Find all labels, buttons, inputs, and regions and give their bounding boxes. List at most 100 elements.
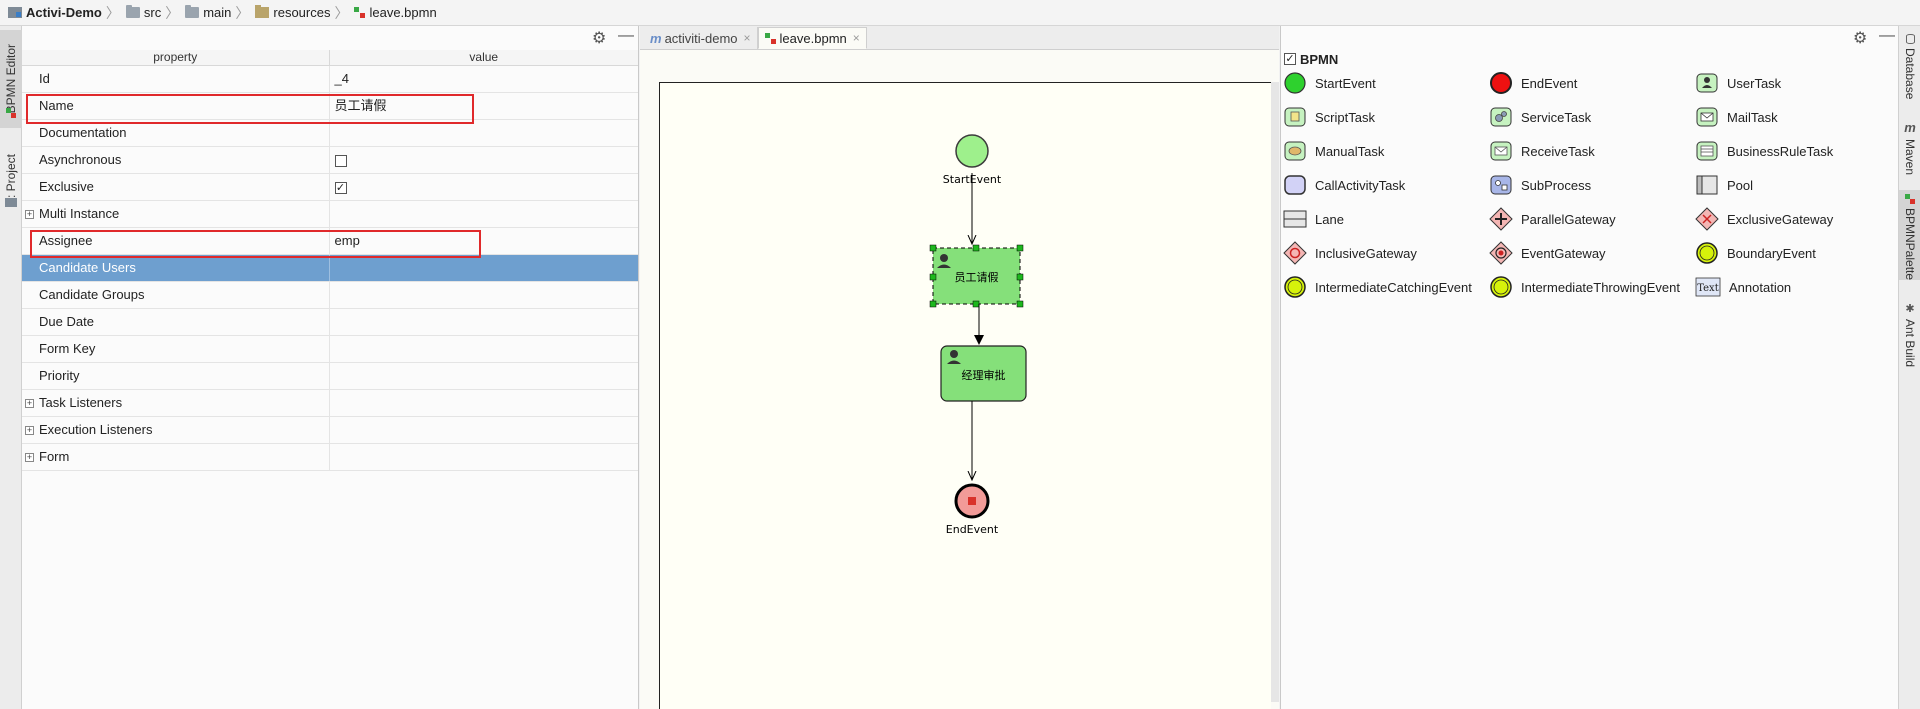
palette-toolbar: ⚙ — [1281, 26, 1898, 50]
maven-module-icon: m [650, 30, 662, 46]
property-row-candidate-users[interactable]: Candidate Users [22, 255, 638, 282]
palette-item-receive-task[interactable]: ReceiveTask [1489, 136, 1595, 166]
property-row-form[interactable]: + Form [22, 444, 638, 471]
selection-handle[interactable] [929, 244, 937, 252]
selection-handle[interactable] [929, 300, 937, 308]
script-task-icon [1284, 107, 1306, 127]
palette-item-script-task[interactable]: ScriptTask [1283, 102, 1375, 132]
task-employee-leave-label: 员工请假 [954, 271, 999, 284]
breadcrumb-project[interactable]: Activi-Demo [8, 0, 102, 26]
palette-item-pool[interactable]: Pool [1695, 170, 1753, 200]
pool-icon [1696, 175, 1718, 195]
exclusive-checkbox[interactable]: ✓ [334, 182, 347, 194]
sub-process-icon [1490, 175, 1512, 195]
property-row-asynchronous[interactable]: Asynchronous [22, 147, 638, 174]
palette-item-business-rule-task[interactable]: BusinessRuleTask [1695, 136, 1833, 166]
start-event-label: StartEvent [942, 173, 1002, 186]
selection-handle[interactable] [1016, 244, 1024, 252]
selection-handle[interactable] [972, 300, 980, 308]
palette-item-parallel-gateway[interactable]: ParallelGateway [1489, 204, 1616, 234]
project-icon [8, 7, 22, 18]
user-task-icon [1696, 73, 1718, 93]
start-event-shape[interactable] [955, 134, 989, 168]
database-tool-tab[interactable]: Database [1899, 32, 1920, 112]
property-row-task-listeners[interactable]: + Task Listeners [22, 390, 638, 417]
inclusive-gateway-icon [1283, 241, 1307, 265]
selection-handle[interactable] [972, 244, 980, 252]
tab-activiti-demo[interactable]: m activiti-demo × [644, 27, 758, 49]
bpmn-file-icon [764, 32, 776, 44]
gear-icon[interactable]: ⚙ [1853, 28, 1867, 48]
palette-item-annotation[interactable]: Text Annotation [1695, 272, 1791, 302]
service-task-icon [1490, 107, 1512, 127]
editor-tab-bar: m activiti-demo × leave.bpmn × [640, 26, 1279, 50]
palette-item-lane[interactable]: Lane [1283, 204, 1344, 234]
palette-item-boundary-event[interactable]: BoundaryEvent [1695, 238, 1816, 268]
column-header-value: value [469, 50, 499, 64]
minimize-icon[interactable]: — [618, 27, 634, 45]
palette-item-mail-task[interactable]: MailTask [1695, 102, 1778, 132]
property-row-id[interactable]: Id _4 [22, 66, 638, 93]
expand-icon[interactable]: + [25, 426, 34, 435]
gear-icon[interactable]: ⚙ [592, 28, 606, 48]
palette-item-exclusive-gateway[interactable]: ExclusiveGateway [1695, 204, 1833, 234]
asynchronous-checkbox[interactable] [334, 155, 347, 167]
property-row-due-date[interactable]: Due Date [22, 309, 638, 336]
property-row-multi-instance[interactable]: + Multi Instance [22, 201, 638, 228]
diagram-canvas[interactable]: StartEvent 员工请假 经理审批 EndEvent [659, 82, 1271, 709]
bpmn-file-icon [354, 7, 366, 18]
expand-icon[interactable]: + [25, 210, 34, 219]
close-icon[interactable]: × [744, 31, 751, 45]
breadcrumb-separator: 〉 [165, 4, 180, 21]
palette-item-end-event[interactable]: EndEvent [1489, 68, 1577, 98]
expand-icon[interactable]: + [25, 453, 34, 462]
tab-leave-bpmn[interactable]: leave.bpmn × [757, 27, 867, 49]
mail-task-icon [1696, 107, 1718, 127]
breadcrumb-main[interactable]: main [185, 0, 231, 26]
breadcrumb-resources[interactable]: resources [255, 0, 330, 26]
boundary-event-icon [1696, 242, 1718, 264]
property-row-candidate-groups[interactable]: Candidate Groups [22, 282, 638, 309]
expand-icon[interactable]: + [25, 399, 34, 408]
palette-item-intermediate-throwing-event[interactable]: IntermediateThrowingEvent [1489, 272, 1680, 302]
lane-icon [1283, 210, 1307, 228]
column-header-property: property [22, 50, 330, 65]
palette-item-service-task[interactable]: ServiceTask [1489, 102, 1591, 132]
palette-item-call-activity-task[interactable]: CallActivityTask [1283, 170, 1405, 200]
palette-item-sub-process[interactable]: SubProcess [1489, 170, 1591, 200]
bpmn-editor-icon [6, 108, 16, 118]
business-rule-task-icon [1696, 141, 1718, 161]
palette-item-manual-task[interactable]: ManualTask [1283, 136, 1384, 166]
property-row-form-key[interactable]: Form Key [22, 336, 638, 363]
property-row-priority[interactable]: Priority [22, 363, 638, 390]
breadcrumb-separator: 〉 [105, 4, 120, 21]
property-row-execution-listeners[interactable]: + Execution Listeners [22, 417, 638, 444]
breadcrumb-separator: 〉 [235, 4, 250, 21]
palette-item-start-event[interactable]: StartEvent [1283, 68, 1376, 98]
group-checkbox[interactable]: ✓ [1284, 53, 1296, 65]
minimize-icon[interactable]: — [1879, 27, 1895, 45]
property-row-documentation[interactable]: Documentation [22, 120, 638, 147]
selection-handle[interactable] [1016, 300, 1024, 308]
property-row-exclusive[interactable]: Exclusive ✓ [22, 174, 638, 201]
palette-item-event-gateway[interactable]: EventGateway [1489, 238, 1606, 268]
ant-build-tool-tab[interactable]: ✱ Ant Build [1899, 302, 1920, 392]
project-tool-tab[interactable]: 1: Project [0, 136, 22, 222]
properties-table-header: property value [22, 50, 638, 66]
palette-group-header[interactable]: ✓ BPMN [1281, 50, 1898, 68]
vertical-scrollbar[interactable] [1271, 82, 1279, 702]
left-tool-strip: BPMN Editor 1: Project [0, 26, 22, 709]
ant-icon: ✱ [1905, 303, 1915, 315]
intermediate-throwing-event-icon [1490, 276, 1512, 298]
breadcrumb-file[interactable]: leave.bpmn [354, 0, 437, 26]
assignee-row-highlight [30, 230, 481, 258]
palette-item-intermediate-catching-event[interactable]: IntermediateCatchingEvent [1283, 272, 1472, 302]
palette-item-inclusive-gateway[interactable]: InclusiveGateway [1283, 238, 1417, 268]
breadcrumb-src[interactable]: src [125, 0, 161, 26]
event-gateway-icon [1489, 241, 1513, 265]
exclusive-gateway-icon [1695, 207, 1719, 231]
bpmn-palette-tool-tab[interactable]: BPMNPalette [1899, 190, 1920, 280]
close-icon[interactable]: × [853, 31, 860, 45]
palette-item-user-task[interactable]: UserTask [1695, 68, 1781, 98]
bpmn-palette-panel: ⚙ — ✓ BPMN StartEvent EndEvent UserTask … [1280, 26, 1898, 709]
